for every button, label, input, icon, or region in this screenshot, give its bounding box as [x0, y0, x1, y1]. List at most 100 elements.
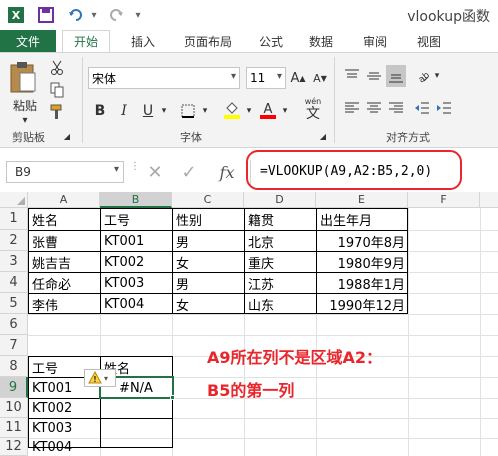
column-header-g[interactable] — [480, 192, 498, 208]
cell-c3[interactable]: 女 — [174, 252, 189, 272]
row-header-1[interactable]: 1 — [0, 208, 28, 230]
increase-font-icon[interactable]: A ▲ — [290, 67, 306, 89]
fill-color-icon[interactable] — [222, 99, 242, 121]
cell-d1[interactable]: 籍贯 — [246, 209, 274, 230]
align-center-icon[interactable] — [364, 97, 384, 119]
row-header-3[interactable]: 3 — [0, 251, 28, 272]
row-header-7[interactable]: 7 — [0, 335, 28, 356]
borders-icon[interactable] — [178, 101, 198, 121]
cell-d3[interactable]: 重庆 — [246, 252, 274, 272]
tab-file[interactable]: 文件 — [0, 30, 56, 52]
cell-d2[interactable]: 北京 — [246, 231, 274, 251]
font-color-icon[interactable]: A — [258, 99, 278, 121]
paste-icon[interactable] — [6, 59, 40, 95]
cell-b1[interactable]: 工号 — [102, 209, 130, 230]
cell-a4[interactable]: 任命必 — [30, 273, 71, 293]
cell-a11[interactable]: KT003 — [30, 419, 72, 438]
column-header-f[interactable]: F — [408, 192, 480, 208]
cell-e3[interactable]: 1980年9月 — [316, 252, 408, 272]
italic-button[interactable]: I — [114, 101, 134, 121]
orientation-icon[interactable]: ab — [412, 65, 432, 87]
cell-c2[interactable]: 男 — [174, 231, 189, 251]
cell-c4[interactable]: 男 — [174, 273, 189, 293]
font-launcher-icon[interactable]: ◢ — [318, 131, 328, 141]
error-warning-button[interactable]: ! ▾ — [84, 369, 116, 387]
tab-home[interactable]: 开始 — [62, 30, 110, 52]
cell-a2[interactable]: 张曹 — [30, 231, 58, 251]
align-left-icon[interactable] — [342, 97, 362, 119]
cell-a9[interactable]: KT001 — [30, 378, 72, 398]
cell-a12[interactable]: KT004 — [30, 439, 72, 456]
font-name-select[interactable]: 宋体 ▾ — [88, 67, 240, 89]
row-header-11[interactable]: 11 — [0, 418, 28, 438]
cell-a10[interactable]: KT002 — [30, 399, 72, 418]
underline-button[interactable]: U — [138, 101, 158, 121]
align-middle-icon[interactable] — [364, 65, 384, 87]
insert-function-button[interactable]: fx — [214, 161, 240, 183]
row-header-4[interactable]: 4 — [0, 272, 28, 293]
decrease-indent-icon[interactable] — [412, 97, 432, 119]
undo-dropdown-icon[interactable]: ▾ — [88, 5, 100, 25]
cell-e4[interactable]: 1988年1月 — [316, 273, 408, 293]
cell-a8[interactable]: 工号 — [30, 357, 58, 377]
cell-b3[interactable]: KT002 — [102, 252, 144, 272]
customize-toolbar-icon[interactable]: ▾ — [132, 5, 144, 25]
cell-e2[interactable]: 1970年8月 — [316, 231, 408, 251]
cancel-icon[interactable]: ✕ — [144, 161, 166, 183]
cell-d5[interactable]: 山东 — [246, 294, 274, 314]
cell-a5[interactable]: 李伟 — [30, 294, 58, 314]
paste-dropdown-icon[interactable]: ▾ — [18, 115, 32, 126]
row-header-9[interactable]: 9 — [0, 377, 28, 398]
cell-e5[interactable]: 1990年12月 — [316, 294, 408, 314]
row-header-8[interactable]: 8 — [0, 356, 28, 377]
column-header-d[interactable]: D — [244, 192, 316, 208]
column-header-a[interactable]: A — [28, 192, 100, 208]
name-box[interactable]: B9 ▾ — [6, 161, 124, 183]
select-all-corner[interactable] — [0, 192, 28, 208]
cell-b2[interactable]: KT001 — [102, 231, 144, 251]
format-painter-icon[interactable] — [48, 103, 66, 121]
cell-b5[interactable]: KT004 — [102, 294, 144, 314]
row-header-2[interactable]: 2 — [0, 230, 28, 251]
decrease-font-icon[interactable]: A ▼ — [312, 67, 328, 89]
row-header-12[interactable]: 12 — [0, 438, 28, 456]
row-header-6[interactable]: 6 — [0, 314, 28, 335]
font-size-select[interactable]: 11 ▾ — [246, 67, 286, 89]
clipboard-launcher-icon[interactable]: ◢ — [62, 131, 72, 141]
resize-handle-icon[interactable]: ⋮ — [130, 162, 140, 180]
align-top-icon[interactable] — [342, 65, 362, 87]
cell-b4[interactable]: KT003 — [102, 273, 144, 293]
underline-dropdown-icon[interactable]: ▾ — [158, 101, 170, 121]
row-header-10[interactable]: 10 — [0, 398, 28, 418]
bold-button[interactable]: B — [90, 101, 110, 121]
cell-d4[interactable]: 江苏 — [246, 273, 274, 293]
paste-button-label[interactable]: 粘贴 — [8, 97, 42, 113]
font-color-dropdown-icon[interactable]: ▾ — [280, 101, 290, 121]
tab-page-layout[interactable]: 页面布局 — [176, 30, 240, 52]
fill-dropdown-icon[interactable]: ▾ — [244, 101, 254, 121]
cell-e1[interactable]: 出生年月 — [318, 209, 372, 230]
column-header-e[interactable]: E — [316, 192, 408, 208]
align-bottom-icon[interactable] — [386, 65, 406, 87]
column-header-b[interactable]: B — [100, 192, 172, 208]
increase-indent-icon[interactable] — [434, 97, 454, 119]
undo-icon[interactable] — [66, 5, 86, 25]
cell-a3[interactable]: 姚吉吉 — [30, 252, 71, 272]
redo-icon[interactable] — [106, 5, 126, 25]
column-header-c[interactable]: C — [172, 192, 244, 208]
tab-insert[interactable]: 插入 — [124, 30, 162, 52]
cut-icon[interactable] — [48, 59, 66, 77]
borders-dropdown-icon[interactable]: ▾ — [200, 101, 210, 121]
tab-data[interactable]: 数据 — [302, 30, 340, 52]
align-right-icon[interactable] — [386, 97, 406, 119]
phonetic-guide-icon[interactable]: wén 文 — [296, 95, 330, 123]
enter-icon[interactable]: ✓ — [178, 161, 200, 183]
cell-a1[interactable]: 姓名 — [30, 209, 58, 230]
tab-view[interactable]: 视图 — [410, 30, 448, 52]
cell-c1[interactable]: 性别 — [174, 209, 202, 230]
tab-formulas[interactable]: 公式 — [252, 30, 290, 52]
tab-review[interactable]: 审阅 — [356, 30, 394, 52]
save-icon[interactable] — [36, 5, 56, 25]
row-header-5[interactable]: 5 — [0, 293, 28, 314]
cell-c5[interactable]: 女 — [174, 294, 189, 314]
